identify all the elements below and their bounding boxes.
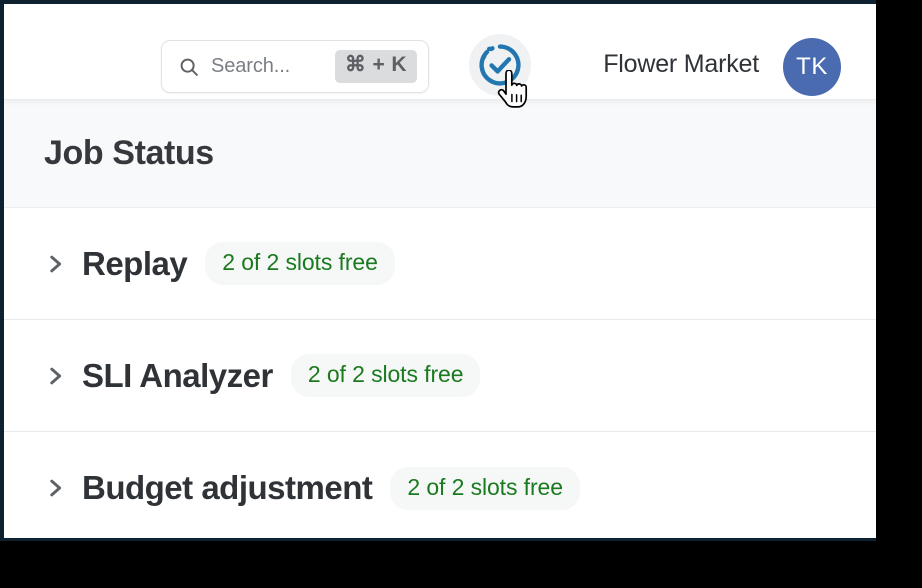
slots-badge: 2 of 2 slots free (390, 466, 580, 510)
job-row-replay[interactable]: Replay 2 of 2 slots free (4, 208, 876, 320)
job-status-list: Replay 2 of 2 slots free SLI Analyzer 2 … (4, 208, 876, 538)
slots-badge: 2 of 2 slots free (205, 242, 395, 285)
check-circle-dashed-icon (476, 41, 524, 89)
search-placeholder: Search... (211, 55, 291, 77)
slots-badge: 2 of 2 slots free (290, 354, 481, 397)
app-viewport: Search... ⌘ + K Flower Market TK Job Sta… (0, 0, 876, 541)
job-name: Budget adjustment (82, 469, 373, 506)
job-name: Replay (82, 244, 188, 282)
search-input[interactable]: Search... ⌘ + K (161, 40, 429, 93)
organization-name: Flower Market (603, 50, 759, 78)
app-header: Search... ⌘ + K Flower Market TK (4, 4, 876, 100)
search-icon (178, 56, 200, 78)
chevron-right-icon[interactable] (44, 249, 66, 279)
job-row-sli-analyzer[interactable]: SLI Analyzer 2 of 2 slots free (4, 320, 876, 432)
job-status-button[interactable] (469, 34, 531, 96)
search-shortcut-badge: ⌘ + K (334, 50, 417, 83)
screen: Search... ⌘ + K Flower Market TK Job Sta… (0, 0, 922, 588)
page-title: Job Status (44, 134, 214, 172)
chevron-right-icon[interactable] (44, 473, 66, 503)
job-name: SLI Analyzer (82, 356, 273, 394)
job-row-budget-adjustment[interactable]: Budget adjustment 2 of 2 slots free (4, 432, 876, 538)
avatar[interactable]: TK (783, 38, 841, 96)
chevron-right-icon[interactable] (44, 361, 66, 391)
page-title-band: Job Status (4, 100, 876, 208)
